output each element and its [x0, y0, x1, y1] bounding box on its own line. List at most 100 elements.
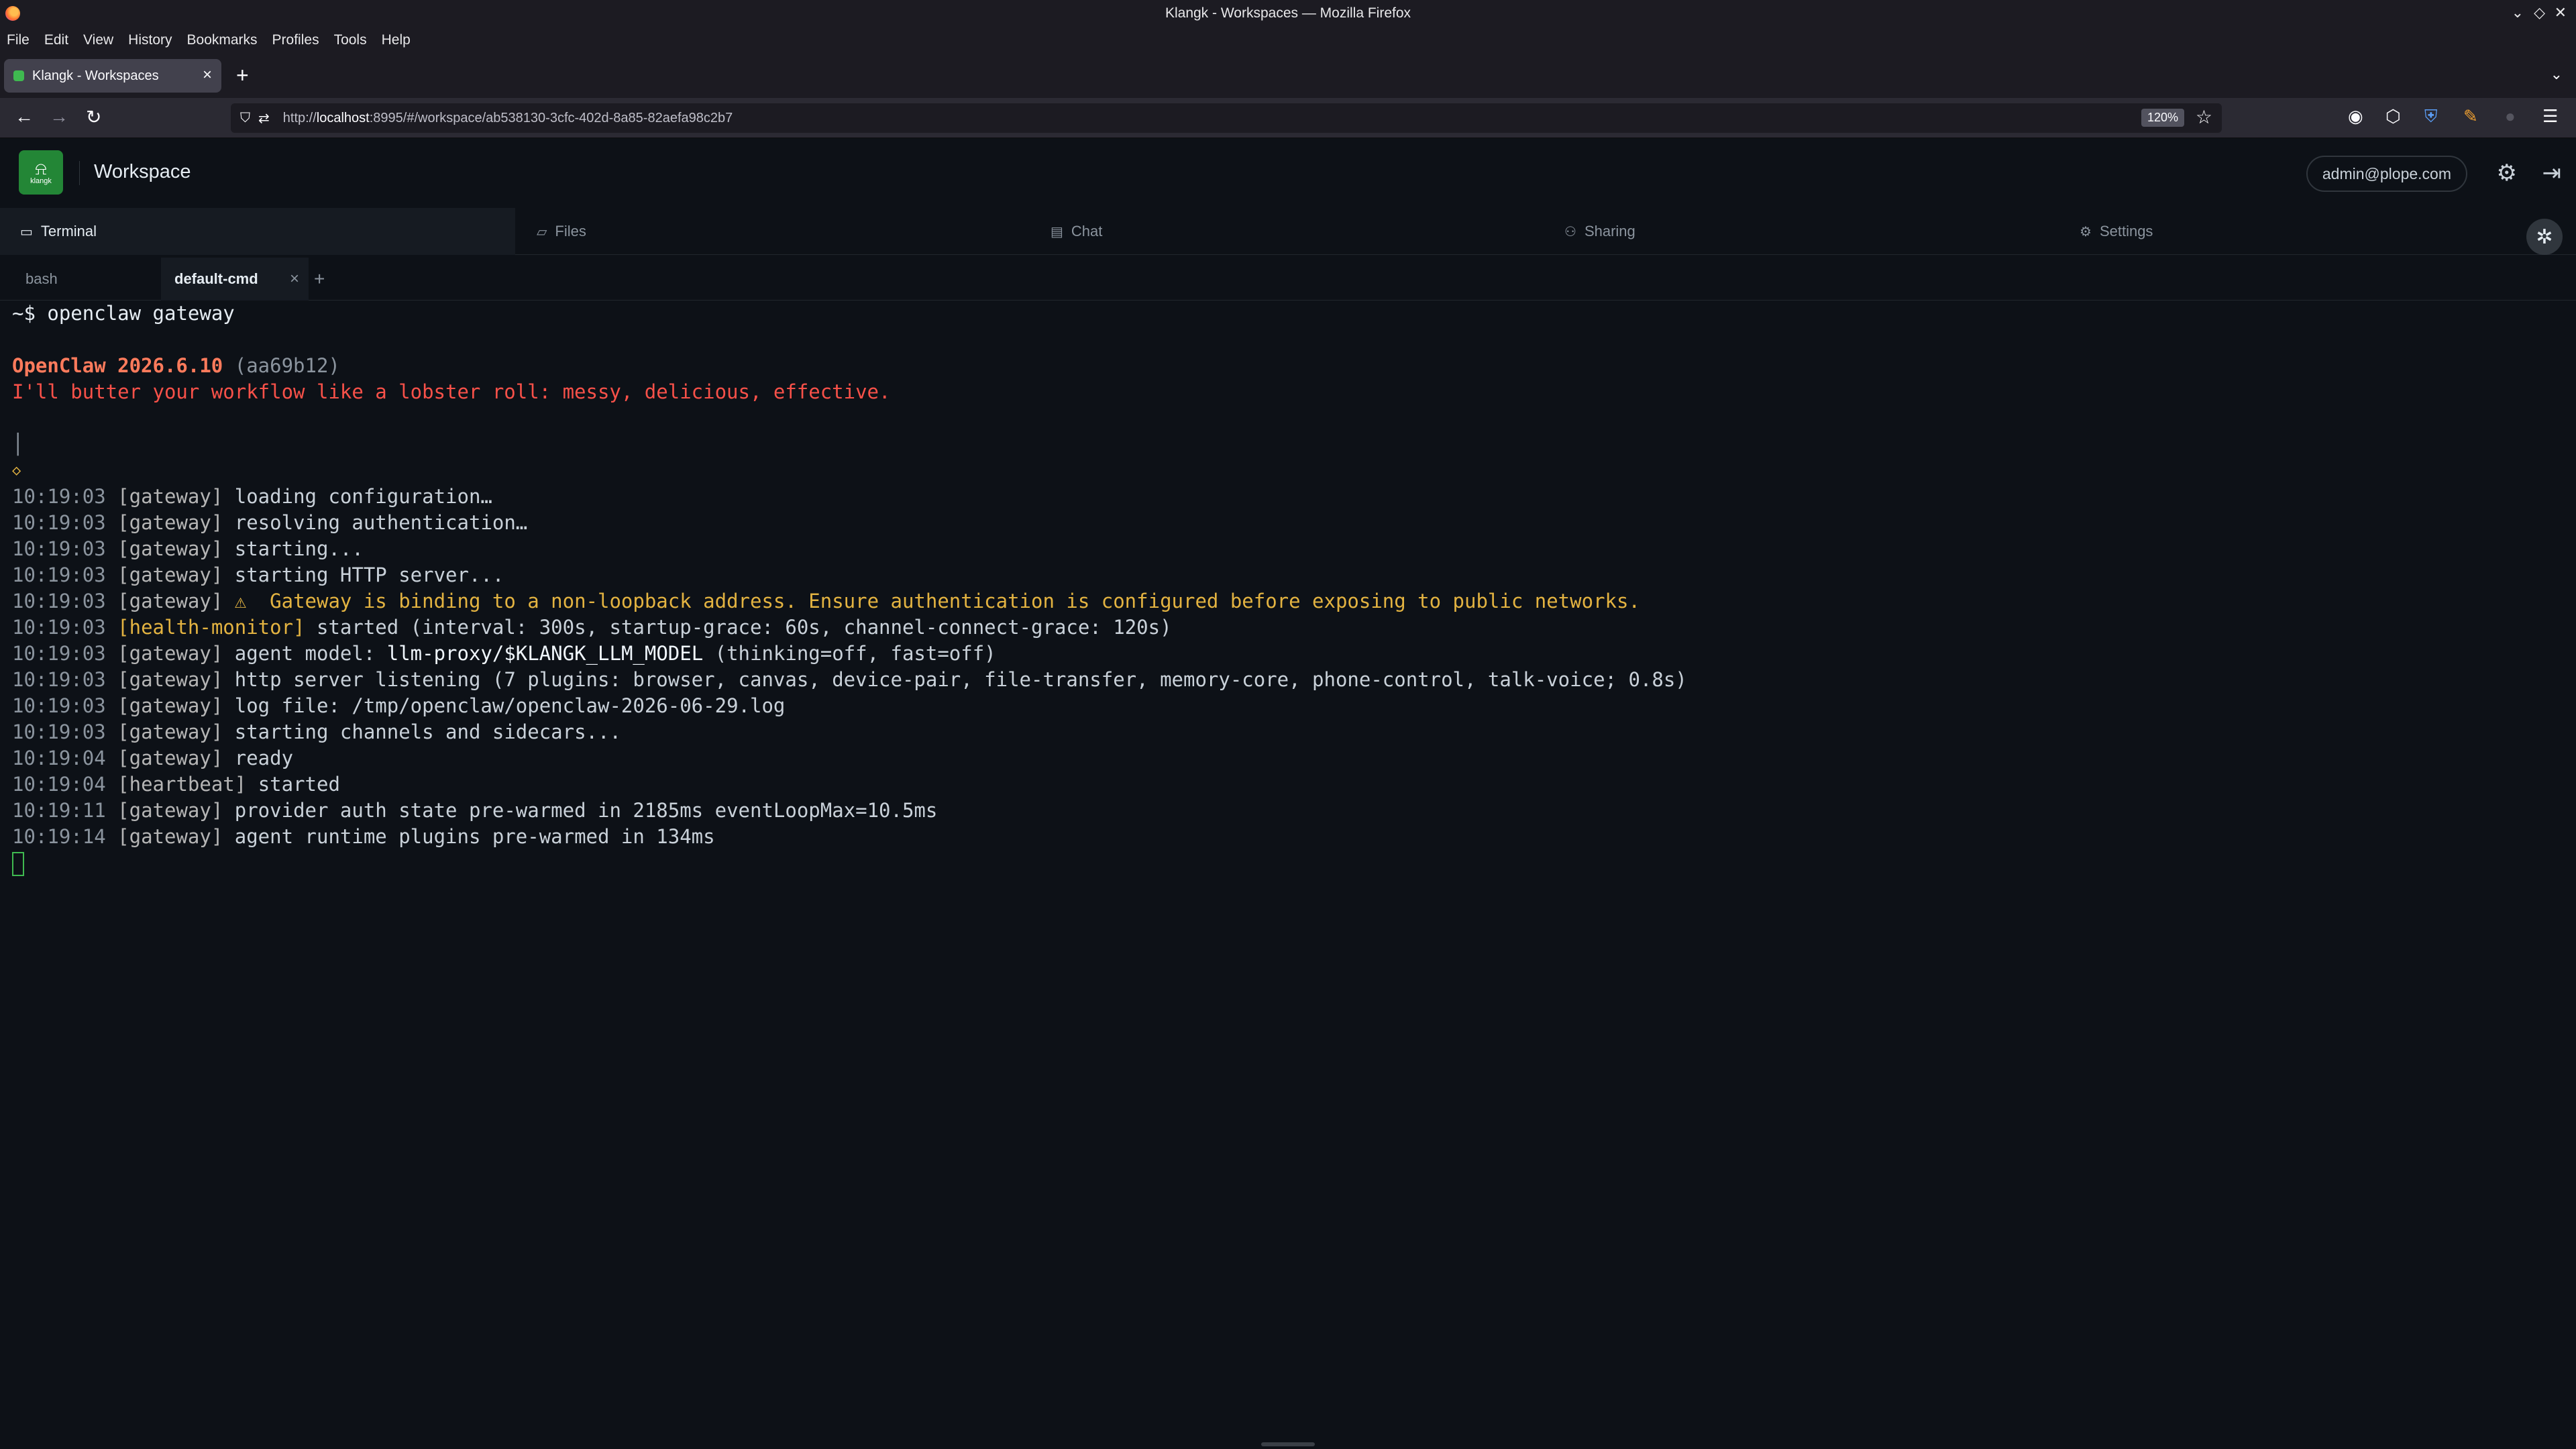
log-line: 10:19:04 [heartbeat] started	[12, 771, 2564, 798]
log-message: provider auth state pre-warmed in 2185ms…	[234, 799, 938, 822]
log-message: starting...	[234, 537, 364, 560]
minimize-button[interactable]: ⌄	[2512, 4, 2524, 21]
terminal-icon: ▭	[20, 224, 33, 239]
log-timestamp: 10:19:03	[12, 511, 106, 534]
extension-icon[interactable]: ◉	[2348, 106, 2363, 127]
tab-sharing[interactable]: ⚇ Sharing	[1564, 208, 1635, 255]
log-timestamp: 10:19:03	[12, 642, 106, 665]
tab-files[interactable]: ▱ Files	[537, 208, 586, 255]
resize-handle[interactable]	[1261, 1442, 1315, 1446]
log-line: 10:19:11 [gateway] provider auth state p…	[12, 798, 2564, 824]
menu-help[interactable]: Help	[382, 32, 411, 48]
log-line: 10:19:03 [gateway] http server listening…	[12, 667, 2564, 693]
log-timestamp: 10:19:03	[12, 590, 106, 612]
log-line: 10:19:03 [gateway] log file: /tmp/opencl…	[12, 693, 2564, 719]
browser-tab-label: Klangk - Workspaces	[32, 68, 159, 83]
tagline: I'll butter your workflow like a lobster…	[12, 380, 891, 403]
bookmark-star-icon[interactable]: ☆	[2196, 106, 2212, 128]
url-bar[interactable]: ⛉ ⇄ http://localhost:8995/#/workspace/ab…	[231, 103, 2222, 133]
log-tag: [gateway]	[117, 799, 223, 822]
log-line: 10:19:03 [gateway] starting...	[12, 536, 2564, 562]
robot-icon: ⍾	[35, 158, 47, 178]
terminal-cursor-line	[12, 850, 2564, 876]
log-timestamp: 10:19:04	[12, 773, 106, 796]
app-header: ⍾ klangk Workspace admin@plope.com ⚙ ⇥	[0, 138, 2576, 208]
log-timestamp: 10:19:11	[12, 799, 106, 822]
menu-bookmarks[interactable]: Bookmarks	[187, 32, 258, 48]
forward-button[interactable]: →	[50, 106, 68, 127]
page-title: Workspace	[94, 161, 191, 182]
log-message: agent model:	[234, 642, 387, 665]
menu-edit[interactable]: Edit	[44, 32, 68, 48]
browser-tab[interactable]: Klangk - Workspaces ×	[4, 59, 221, 93]
log-tag: [gateway]	[117, 694, 223, 717]
log-message: ready	[234, 747, 294, 769]
assistant-button[interactable]: ✲	[2526, 219, 2563, 255]
session-tab-default-cmd[interactable]: default-cmd ×	[161, 258, 309, 301]
log-line: 10:19:03 [gateway] starting channels and…	[12, 719, 2564, 745]
menu-hamburger-icon[interactable]: ☰	[2542, 106, 2558, 127]
log-message: started	[258, 773, 340, 796]
klangk-logo[interactable]: ⍾ klangk	[19, 150, 63, 195]
log-message: agent runtime plugins pre-warmed in 134m…	[234, 825, 715, 848]
log-line: 10:19:03 [gateway] resolving authenticat…	[12, 510, 2564, 536]
tab-settings[interactable]: ⚙ Settings	[2080, 208, 2153, 255]
user-email-chip[interactable]: admin@plope.com	[2306, 156, 2467, 192]
site-info-icon[interactable]: ⇄	[258, 110, 270, 127]
dimmed-extension-icon[interactable]: ●	[2505, 106, 2516, 127]
back-button[interactable]: ←	[15, 106, 34, 127]
log-line: 10:19:14 [gateway] agent runtime plugins…	[12, 824, 2564, 850]
log-message-tail: (thinking=off, fast=off)	[703, 642, 996, 665]
terminal-cursor	[12, 852, 24, 876]
shield-icon[interactable]: ⛉	[240, 111, 250, 126]
shield-extension-icon[interactable]: ⛨	[2424, 106, 2438, 127]
menu-bar: File Edit View History Bookmarks Profile…	[0, 27, 2576, 54]
header-divider	[79, 161, 80, 185]
log-tag: [gateway]	[117, 564, 223, 586]
close-tab-icon[interactable]: ×	[203, 66, 212, 85]
add-session-button[interactable]: +	[314, 258, 334, 301]
logout-icon[interactable]: ⇥	[2542, 160, 2562, 186]
favicon-icon	[13, 70, 24, 81]
log-message: started (interval: 300s, startup-grace: …	[316, 616, 1172, 639]
menu-file[interactable]: File	[7, 32, 30, 48]
diamond-icon: ◇	[12, 462, 21, 479]
log-message: log file: /tmp/openclaw/openclaw-2026-06…	[234, 694, 786, 717]
log-line: 10:19:03 [gateway] loading configuration…	[12, 484, 2564, 510]
url-text[interactable]: http://localhost:8995/#/workspace/ab5381…	[283, 111, 733, 126]
tab-terminal[interactable]: ▭ Terminal	[0, 208, 515, 255]
new-tab-button[interactable]: +	[236, 63, 249, 88]
chat-icon: ▤	[1051, 224, 1063, 239]
tree-bar: │	[12, 433, 24, 455]
folder-icon: ▱	[537, 224, 547, 239]
log-timestamp: 10:19:14	[12, 825, 106, 848]
reload-button[interactable]: ↻	[86, 106, 101, 128]
log-timestamp: 10:19:03	[12, 537, 106, 560]
log-timestamp: 10:19:04	[12, 747, 106, 769]
log-timestamp: 10:19:03	[12, 720, 106, 743]
log-line: 10:19:03 [gateway] agent model: llm-prox…	[12, 641, 2564, 667]
log-timestamp: 10:19:03	[12, 564, 106, 586]
menu-profiles[interactable]: Profiles	[272, 32, 319, 48]
zoom-level[interactable]: 120%	[2141, 109, 2184, 127]
log-tag: [gateway]	[117, 590, 223, 612]
maximize-button[interactable]: ◇	[2534, 4, 2545, 21]
window-titlebar: Klangk - Workspaces — Mozilla Firefox ⌄ …	[0, 0, 2576, 27]
menu-history[interactable]: History	[128, 32, 172, 48]
terminal-session-tabs: bash default-cmd × +	[0, 258, 2576, 301]
puzzle-icon[interactable]: ⬡	[2385, 106, 2401, 127]
tab-chat[interactable]: ▤ Chat	[1051, 208, 1102, 255]
list-tabs-chevron-icon[interactable]: ⌄	[2551, 66, 2563, 83]
terminal-output[interactable]: ~$ openclaw gateway OpenClaw 2026.6.10 (…	[0, 301, 2576, 1442]
notes-extension-icon[interactable]: ✎	[2463, 106, 2478, 127]
close-session-icon[interactable]: ×	[290, 270, 299, 288]
close-window-button[interactable]: ✕	[2555, 4, 2567, 21]
window-title: Klangk - Workspaces — Mozilla Firefox	[1165, 5, 1411, 21]
gear-icon: ⚙	[2080, 224, 2092, 239]
user-settings-icon[interactable]: ⚙	[2497, 160, 2517, 186]
log-message: starting HTTP server...	[234, 564, 504, 586]
menu-view[interactable]: View	[83, 32, 113, 48]
menu-tools[interactable]: Tools	[334, 32, 367, 48]
command-line: ~$ openclaw gateway	[12, 302, 235, 325]
session-tab-bash[interactable]: bash	[0, 258, 161, 301]
